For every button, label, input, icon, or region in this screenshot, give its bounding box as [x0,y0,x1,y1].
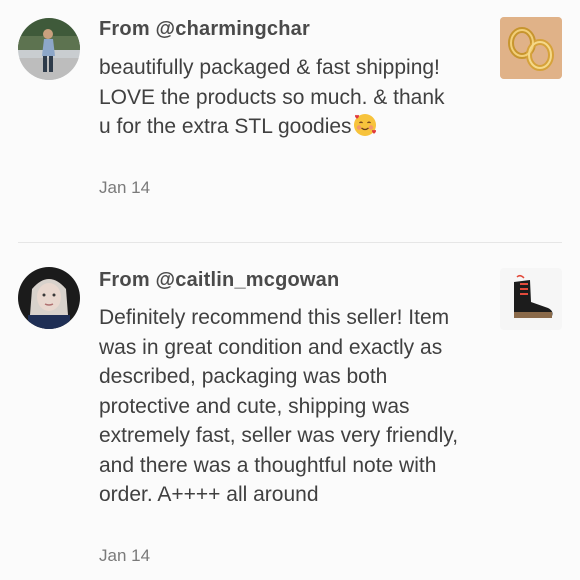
user-avatar-photo-icon [18,18,80,80]
product-thumbnail[interactable] [500,17,562,79]
review-item: From @charmingchar beautifully packaged … [0,0,580,242]
review-text: Definitely recommend this seller! Item w… [99,306,459,506]
gold-hoop-earrings-photo-icon [500,17,562,79]
user-avatar-photo-icon [18,267,80,329]
review-date: Jan 14 [99,178,151,197]
smiling-hearts-emoji-icon [353,113,377,146]
review-text: beautifully packaged & fast shipping! LO… [99,53,449,146]
product-thumbnail[interactable] [500,268,562,330]
reviewer-avatar[interactable] [18,267,80,329]
review-date: Jan 14 [99,546,151,565]
review-author[interactable]: From @charmingchar [99,18,310,41]
review-item: From @caitlin_mcgowan Definitely recomme… [0,243,580,580]
reviewer-avatar[interactable] [18,18,80,80]
review-text-content: beautifully packaged & fast shipping! LO… [99,56,445,138]
review-author[interactable]: From @caitlin_mcgowan [99,269,339,292]
black-boot-photo-icon [500,268,562,330]
